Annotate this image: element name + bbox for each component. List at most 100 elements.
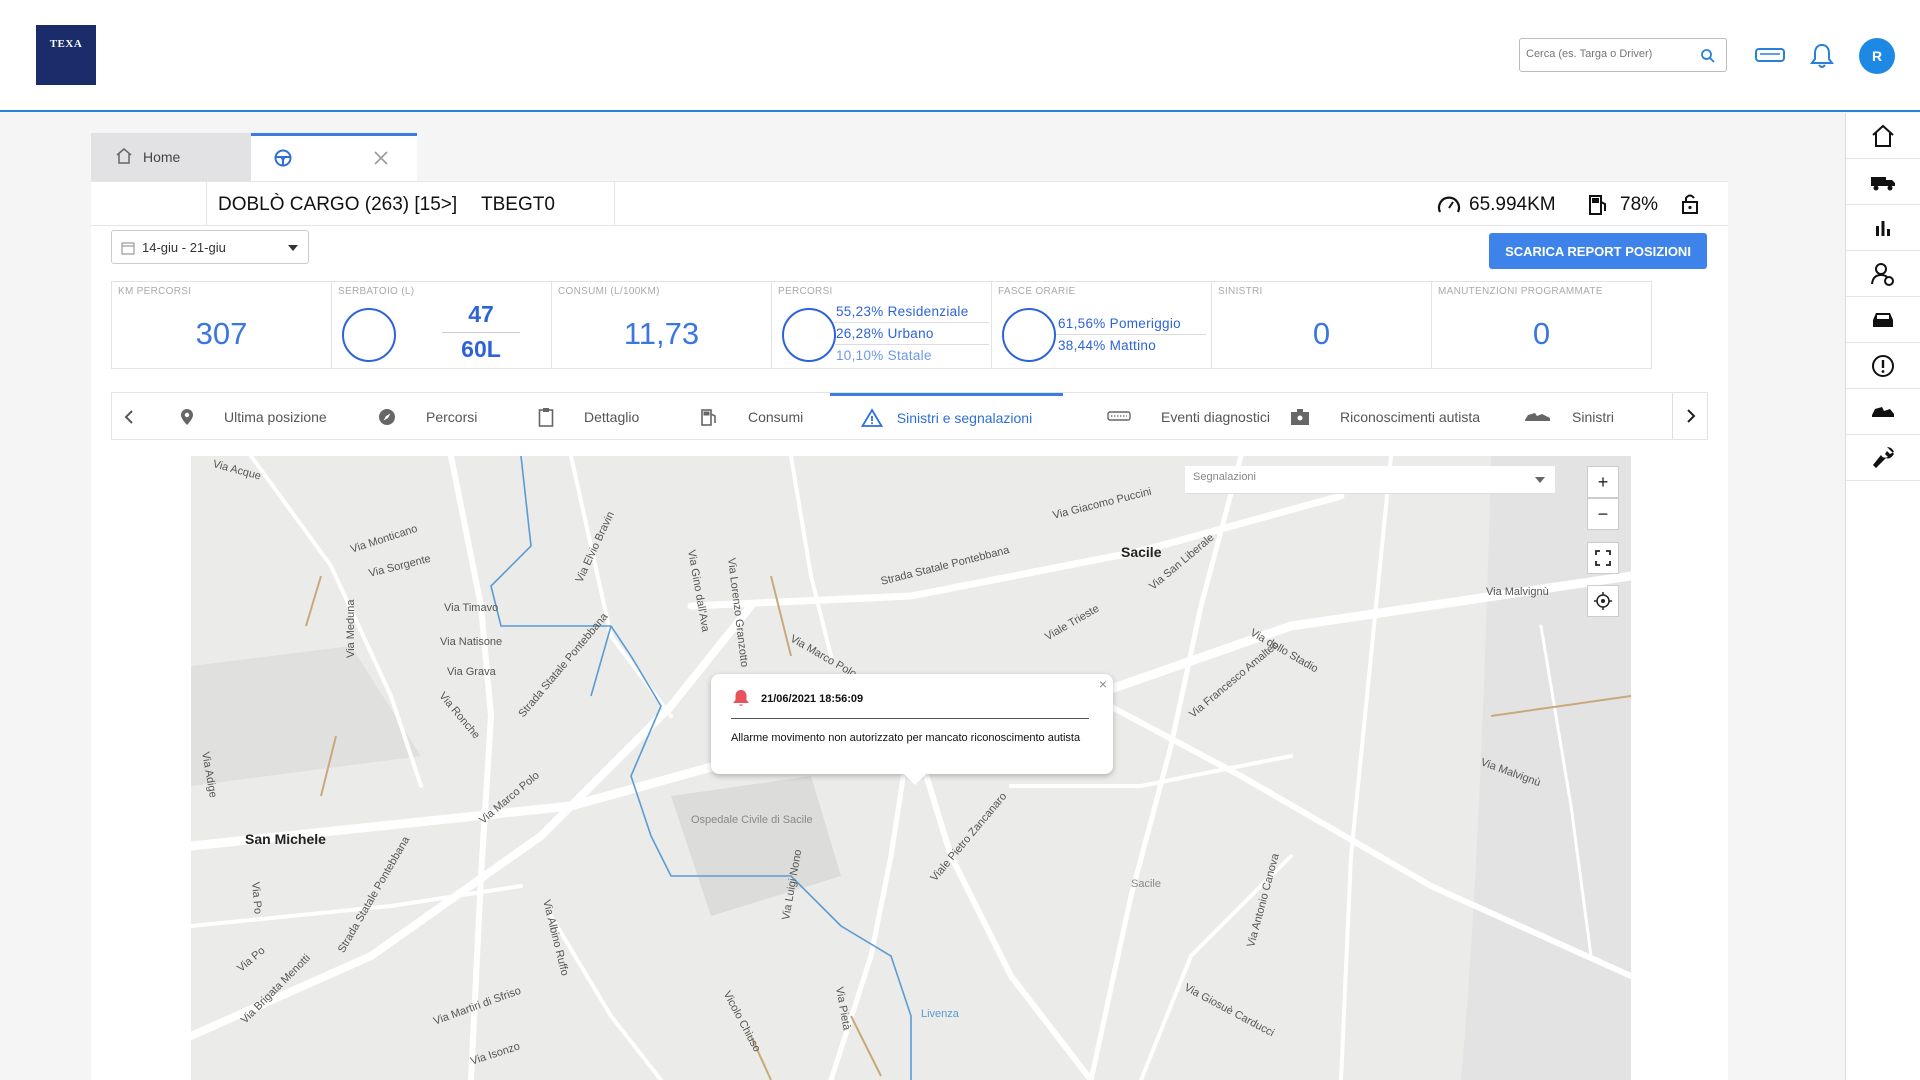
map-filter-placeholder: Segnalazioni <box>1193 471 1256 483</box>
texa-logo[interactable]: TEXA <box>36 25 96 85</box>
right-sidebar <box>1845 113 1920 1080</box>
stat-card-time-bands: FASCE ORARIE 61,56% Pomeriggio 38,44% Ma… <box>991 281 1212 369</box>
stat-value: 0 <box>1532 316 1551 351</box>
search-box[interactable] <box>1519 38 1727 72</box>
user-avatar[interactable]: R <box>1859 38 1895 74</box>
popup-datetime: 21/06/2021 18:56:09 <box>761 693 864 705</box>
device-icon[interactable] <box>1754 46 1786 66</box>
divider <box>1056 334 1206 335</box>
chevron-right-icon[interactable] <box>1686 408 1696 424</box>
tab-vehicle[interactable] <box>251 133 417 181</box>
bell-icon[interactable] <box>1810 42 1834 70</box>
stat-label: PERCORSI <box>778 286 833 297</box>
vehicle-info-bar: DOBLÒ CARGO (263) [15>] TBEGT0 65.994KM … <box>91 181 1728 226</box>
fuel-pump-icon <box>1589 195 1606 215</box>
alarm-bell-icon <box>733 690 749 706</box>
popup-pointer <box>903 773 927 785</box>
search-icon[interactable] <box>1700 48 1716 64</box>
top-header: TEXA R <box>0 0 1920 112</box>
divider <box>834 344 989 345</box>
driver-icon <box>1871 262 1894 286</box>
sidebar-item-reports[interactable] <box>1846 205 1920 251</box>
stat-label: CONSUMI (L/100KM) <box>558 286 660 297</box>
map-city-label: San Michele <box>245 831 326 847</box>
subtab-label: Eventi diagnostici <box>1161 408 1270 425</box>
alert-circle-icon <box>1872 354 1894 377</box>
id-badge-icon <box>1291 408 1309 425</box>
main-panel: 14-giu - 21-giu SCARICA REPORT POSIZIONI… <box>91 226 1728 1080</box>
truck-icon <box>1871 176 1895 190</box>
time-bands-ring-chart <box>1002 308 1056 362</box>
fullscreen-icon <box>1595 550 1611 566</box>
stat-label: SERBATOIO (L) <box>338 286 415 297</box>
popup-close-icon[interactable]: × <box>1099 676 1107 692</box>
subtab-last-position[interactable]: Ultima posizione <box>180 393 327 440</box>
download-report-button[interactable]: SCARICA REPORT POSIZIONI <box>1489 233 1707 269</box>
sidebar-item-vehicles[interactable] <box>1846 159 1920 205</box>
map-view[interactable]: Via Acque Via Monticano Via Sorgente Via… <box>191 456 1631 1080</box>
tank-capacity: 60L <box>461 336 501 362</box>
chevron-left-icon[interactable] <box>124 409 134 425</box>
sidebar-item-alerts[interactable] <box>1846 343 1920 389</box>
time-band-share: 61,56% Pomeriggio <box>1058 316 1181 331</box>
stat-value: 11,73 <box>623 316 700 351</box>
subtab-driver-recognition[interactable]: Riconoscimenti autista <box>1290 393 1480 440</box>
sidebar-item-crash[interactable] <box>1846 389 1920 435</box>
crash-icon <box>1525 412 1550 421</box>
steering-wheel-icon <box>274 149 292 167</box>
subtab-consumption[interactable]: Consumi <box>700 393 803 440</box>
map-filter-select[interactable]: Segnalazioni <box>1185 466 1555 494</box>
stat-card-tank: SERBATOIO (L) 47 60L <box>331 281 552 369</box>
date-range-select[interactable]: 14-giu - 21-giu <box>111 230 309 264</box>
scroll-right[interactable] <box>1672 393 1708 439</box>
car-icon <box>1873 312 1893 327</box>
subtab-detail[interactable]: Dettaglio <box>538 393 639 440</box>
map-label: Livenza <box>921 1008 959 1020</box>
subtab-routes[interactable]: Percorsi <box>378 393 477 440</box>
sidebar-item-home[interactable] <box>1846 113 1920 159</box>
compass-icon <box>379 408 395 425</box>
map-label: Ospedale Civile di Sacile <box>691 814 813 826</box>
sidebar-item-car[interactable] <box>1846 297 1920 343</box>
wrench-icon <box>1873 446 1894 468</box>
locate-button[interactable] <box>1587 585 1619 617</box>
odometer-value: 65.994KM <box>1469 194 1556 215</box>
stat-card-maintenance: MANUTENZIONI PROGRAMMATE 0 <box>1431 281 1652 369</box>
tab-home[interactable]: Home <box>91 133 251 181</box>
lock-icon[interactable] <box>1681 193 1699 215</box>
close-icon[interactable] <box>373 150 389 166</box>
subtab-incidents[interactable]: Sinistri e segnalazioni <box>830 393 1063 440</box>
map-label: Via Malvignù <box>1486 586 1549 598</box>
subtab-label: Dettaglio <box>584 408 640 425</box>
odometer-icon <box>1437 196 1461 213</box>
subtab-label: Sinistri <box>1572 408 1615 425</box>
popup-message: Allarme movimento non autorizzato per ma… <box>731 732 1081 744</box>
fuel-level: 78% <box>1620 194 1659 215</box>
divider <box>442 332 520 333</box>
stat-label: MANUTENZIONI PROGRAMMATE <box>1438 286 1603 297</box>
subtab-diagnostic-events[interactable]: Eventi diagnostici <box>1107 393 1270 440</box>
subtab-accidents[interactable]: Sinistri <box>1524 393 1614 440</box>
stat-card-km: KM PERCORSI 307 <box>111 281 332 369</box>
calendar-icon <box>121 242 135 255</box>
stat-value: 307 <box>195 316 248 351</box>
sidebar-item-maintenance[interactable] <box>1846 435 1920 481</box>
fuel-pump-icon <box>701 408 716 426</box>
home-icon <box>116 148 132 164</box>
zoom-out-button[interactable]: − <box>1587 498 1619 530</box>
map-label: Via Meduna <box>345 599 357 658</box>
search-input[interactable] <box>1526 39 1696 69</box>
divider <box>731 718 1089 719</box>
vehicle-name: DOBLÒ CARGO (263) [15>] <box>218 194 458 215</box>
date-range-value: 14-giu - 21-giu <box>142 240 226 255</box>
route-share: 26,28% Urbano <box>836 326 934 341</box>
home-icon <box>1872 124 1894 147</box>
divider <box>834 322 989 323</box>
stat-card-accidents: SINISTRI 0 <box>1211 281 1432 369</box>
divider <box>206 182 207 226</box>
sidebar-item-drivers[interactable] <box>1846 251 1920 297</box>
zoom-in-button[interactable]: + <box>1587 466 1619 498</box>
crosshair-icon <box>1594 592 1612 610</box>
fullscreen-button[interactable] <box>1587 542 1619 574</box>
warning-icon <box>860 408 883 427</box>
